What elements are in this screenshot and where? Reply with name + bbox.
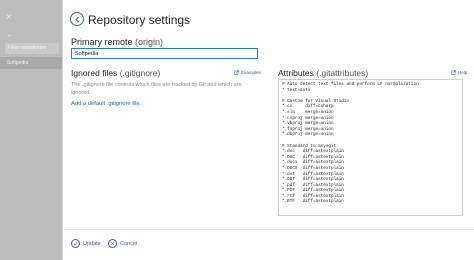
external-link-icon <box>234 70 239 75</box>
sidebar-divider <box>62 0 63 260</box>
attributes-title: Attributes <box>278 68 314 78</box>
back-button[interactable] <box>70 12 84 26</box>
ignored-files-title-sub: (.gitignore) <box>119 68 161 78</box>
checkmark-icon <box>71 239 80 248</box>
ignored-files-title: Ignored files <box>71 68 118 78</box>
help-link-label: Help <box>458 70 468 75</box>
arrow-left-icon <box>74 16 79 22</box>
primary-remote-label: Primary remote (origin) <box>71 37 163 47</box>
update-button[interactable]: Update <box>71 239 101 248</box>
gitattributes-content: # Auto detect text files and perform LF … <box>282 82 419 205</box>
ignored-files-description: The .gitignore file controls which files… <box>71 82 242 96</box>
primary-remote-label-sub: (origin) <box>135 37 164 47</box>
attributes-title-sub: (.gitattributes) <box>316 68 369 78</box>
sidebar: × ← Filter repositories Softpedia <box>0 0 62 260</box>
cancel-button-label: Cancel <box>120 240 138 247</box>
external-link-icon <box>451 70 456 75</box>
primary-remote-label-text: Primary remote <box>71 37 133 47</box>
cancel-button[interactable]: Cancel <box>108 239 137 248</box>
close-icon <box>108 239 117 248</box>
filter-repositories-input[interactable]: Filter repositories <box>5 43 59 54</box>
examples-link-label: Examples <box>241 70 261 75</box>
examples-link[interactable]: Examples <box>234 70 261 75</box>
close-icon[interactable]: × <box>6 12 12 23</box>
help-link[interactable]: Help <box>451 70 467 75</box>
add-default-gitignore-link[interactable]: Add a default .gitignore file. <box>71 101 141 107</box>
sidebar-item-repository[interactable]: Softpedia <box>0 57 62 69</box>
page-title: Repository settings <box>88 13 191 27</box>
footer-divider <box>63 229 474 230</box>
attributes-heading: Attributes (.gitattributes) <box>278 68 368 78</box>
primary-remote-input[interactable] <box>71 48 258 59</box>
back-arrow-icon[interactable]: ← <box>6 30 14 39</box>
gitattributes-editor[interactable]: # Auto detect text files and perform LF … <box>278 79 463 216</box>
update-button-label: Update <box>83 240 101 247</box>
ignored-files-heading: Ignored files (.gitignore) <box>71 68 160 78</box>
